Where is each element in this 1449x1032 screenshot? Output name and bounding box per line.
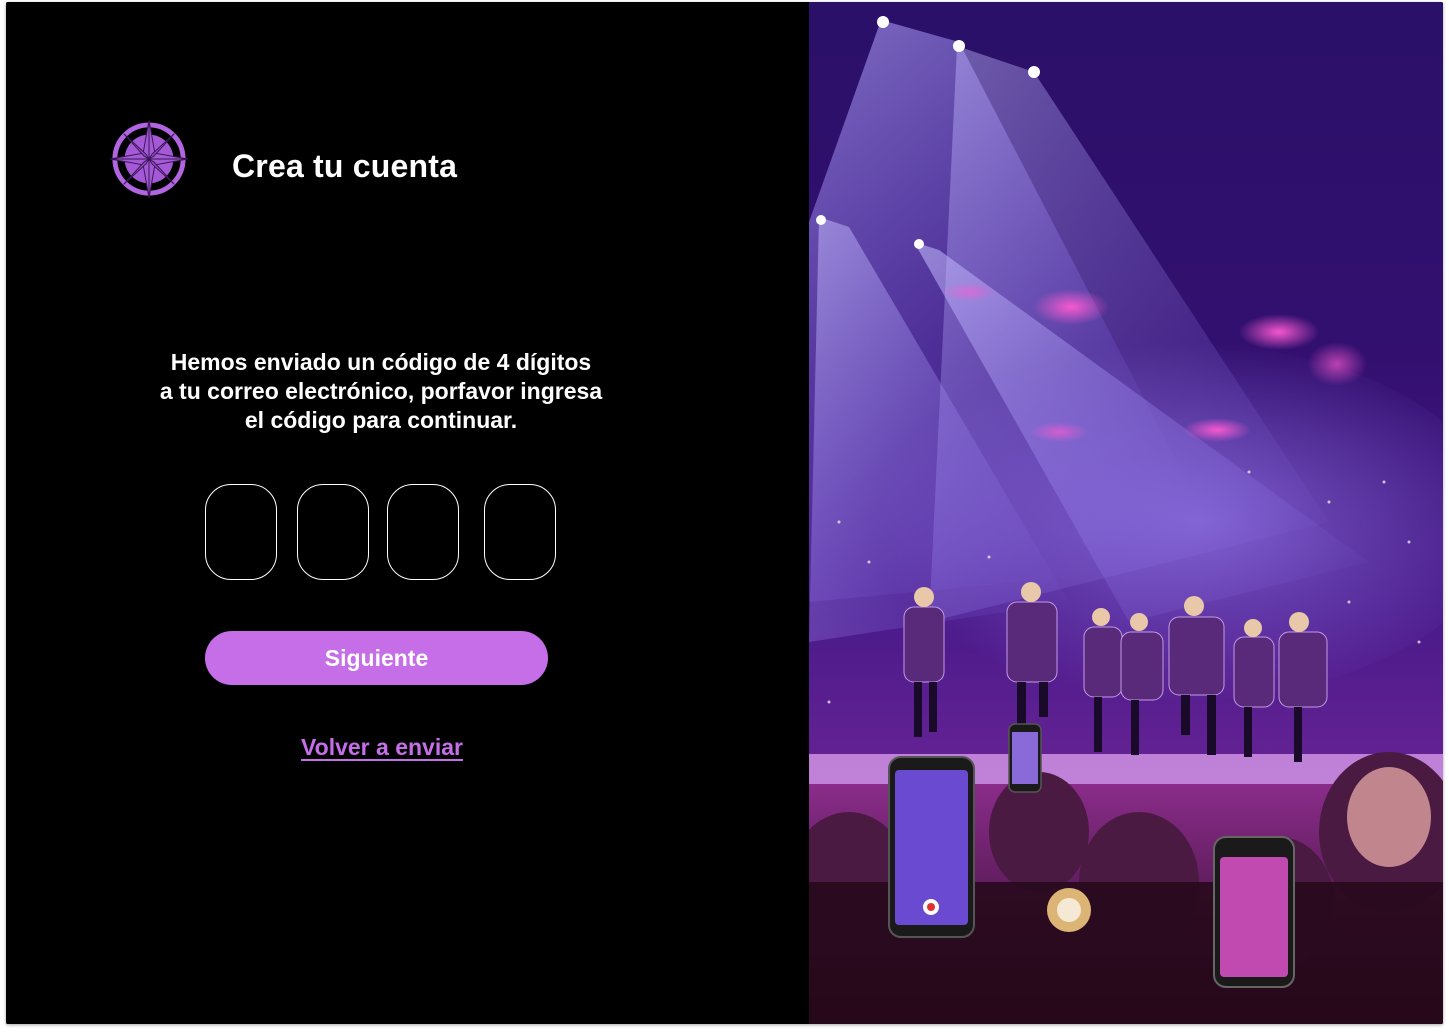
verification-message: Hemos enviado un código de 4 dígitos a t… (116, 348, 646, 435)
code-digit-2-input[interactable] (297, 484, 369, 580)
code-digit-3-input[interactable] (387, 484, 459, 580)
page-title: Crea tu cuenta (232, 148, 458, 184)
code-digit-1-input[interactable] (205, 484, 277, 580)
app-window: Crea tu cuenta Hemos enviado un código d… (6, 2, 1443, 1024)
compass-rose-icon (110, 120, 188, 198)
message-line: el código para continuar. (244, 407, 518, 433)
resend-code-link[interactable]: Volver a enviar (282, 734, 482, 761)
signup-panel: Crea tu cuenta Hemos enviado un código d… (6, 2, 809, 1024)
message-line: Hemos enviado un código de 4 dígitos (170, 349, 592, 375)
next-button[interactable]: Siguiente (205, 631, 548, 685)
concert-photo (809, 2, 1443, 1024)
message-line: a tu correo electrónico, porfavor ingres… (159, 378, 603, 404)
hero-image (809, 2, 1443, 1024)
code-digit-4-input[interactable] (484, 484, 556, 580)
